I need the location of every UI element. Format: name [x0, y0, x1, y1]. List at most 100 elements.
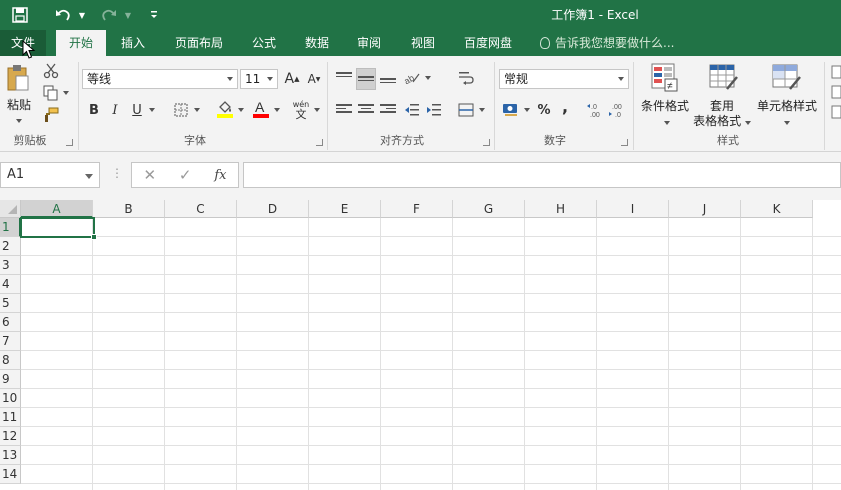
tab-home[interactable]: 开始: [56, 30, 106, 56]
format-as-table-label-2[interactable]: 表格格式: [690, 112, 754, 129]
column-header-E[interactable]: E: [309, 200, 381, 218]
worksheet-grid[interactable]: ABCDEFGHIJK 1 2 3 4 5 6 7 8 9 10 11 12 13 14: [0, 200, 841, 490]
top-align-icon[interactable]: [334, 68, 354, 88]
row-header-12[interactable]: 12: [0, 427, 21, 446]
alignment-launcher-icon[interactable]: [483, 139, 490, 146]
column-header-A[interactable]: A: [21, 200, 93, 218]
select-all-button[interactable]: [0, 200, 21, 218]
increase-indent-icon[interactable]: [424, 100, 444, 120]
copy-icon[interactable]: [40, 84, 62, 102]
number-launcher-icon[interactable]: [621, 139, 628, 146]
column-header-K[interactable]: K: [741, 200, 813, 218]
row-header-5[interactable]: 5: [0, 294, 21, 313]
name-box[interactable]: A1: [0, 162, 100, 188]
format-as-table-icon[interactable]: [708, 62, 740, 94]
font-color-icon[interactable]: A: [250, 98, 272, 120]
tab-review[interactable]: 审阅: [346, 30, 392, 56]
row-header-6[interactable]: 6: [0, 313, 21, 332]
decrease-indent-icon[interactable]: [402, 100, 422, 120]
paste-icon[interactable]: [5, 64, 31, 92]
enter-icon[interactable]: ✓: [179, 166, 192, 184]
accounting-format-icon[interactable]: [500, 100, 522, 120]
conditional-formatting-dropdown-icon[interactable]: [662, 114, 672, 128]
copy-dropdown-icon[interactable]: [62, 86, 70, 100]
column-header-C[interactable]: C: [165, 200, 237, 218]
decrease-decimal-icon[interactable]: .00.0: [608, 100, 628, 120]
align-left-icon[interactable]: [334, 100, 354, 120]
conditional-formatting-label[interactable]: 条件格式: [638, 97, 692, 114]
fill-color-icon[interactable]: [214, 98, 236, 120]
column-header-D[interactable]: D: [237, 200, 309, 218]
phonetic-dropdown-icon[interactable]: [312, 100, 322, 120]
cancel-icon[interactable]: ✕: [143, 166, 156, 184]
number-format-select[interactable]: 常规: [499, 69, 629, 89]
bottom-align-icon[interactable]: [378, 68, 398, 88]
row-header-11[interactable]: 11: [0, 408, 21, 427]
orientation-icon[interactable]: ab: [402, 68, 422, 88]
row-header-14[interactable]: 14: [0, 465, 21, 484]
row-header-7[interactable]: 7: [0, 332, 21, 351]
bold-button[interactable]: B: [86, 100, 102, 120]
undo-icon[interactable]: [50, 0, 76, 30]
save-icon[interactable]: [4, 0, 36, 30]
conditional-formatting-icon[interactable]: ≠: [650, 62, 680, 94]
increase-font-size-icon[interactable]: A ▲: [283, 69, 301, 89]
column-header-G[interactable]: G: [453, 200, 525, 218]
column-header-I[interactable]: I: [597, 200, 669, 218]
font-size-select[interactable]: 11: [240, 69, 278, 89]
font-name-select[interactable]: 等线: [82, 69, 238, 89]
insert-function-icon[interactable]: fx: [214, 168, 226, 183]
column-header-J[interactable]: J: [669, 200, 741, 218]
undo-dropdown-icon[interactable]: ▼: [76, 0, 88, 30]
format-painter-icon[interactable]: [40, 106, 62, 124]
tell-me-search[interactable]: 告诉我您想要做什么...: [540, 30, 674, 56]
paste-dropdown-icon[interactable]: [14, 112, 24, 126]
cut-icon[interactable]: [41, 62, 61, 80]
borders-icon[interactable]: [171, 100, 191, 120]
cells-group-partial-icon[interactable]: [830, 64, 841, 124]
percent-style-button[interactable]: %: [536, 100, 552, 120]
font-color-dropdown-icon[interactable]: [272, 100, 282, 120]
formula-bar-grip[interactable]: ⋮: [111, 166, 123, 180]
active-cell[interactable]: [20, 217, 97, 240]
row-header-2[interactable]: 2: [0, 237, 21, 256]
font-launcher-icon[interactable]: [316, 139, 323, 146]
accounting-dropdown-icon[interactable]: [522, 102, 532, 118]
row-header-4[interactable]: 4: [0, 275, 21, 294]
phonetic-guide-icon[interactable]: wén 文: [290, 98, 312, 122]
comma-style-button[interactable]: ,: [558, 96, 572, 116]
clipboard-launcher-icon[interactable]: [66, 139, 73, 146]
borders-dropdown-icon[interactable]: [192, 100, 202, 120]
row-header-13[interactable]: 13: [0, 446, 21, 465]
middle-align-icon[interactable]: [356, 68, 376, 90]
underline-dropdown-icon[interactable]: [147, 100, 157, 120]
tab-page-layout[interactable]: 页面布局: [166, 30, 232, 56]
orientation-dropdown-icon[interactable]: [423, 70, 433, 86]
cell-styles-dropdown-icon[interactable]: [782, 114, 792, 128]
column-header-B[interactable]: B: [93, 200, 165, 218]
row-header-8[interactable]: 8: [0, 351, 21, 370]
merge-center-icon[interactable]: [456, 100, 476, 120]
formula-input[interactable]: [243, 162, 841, 188]
row-header-3[interactable]: 3: [0, 256, 21, 275]
row-header-9[interactable]: 9: [0, 370, 21, 389]
tab-insert[interactable]: 插入: [110, 30, 156, 56]
fill-handle[interactable]: [91, 234, 97, 240]
row-header-1[interactable]: 1: [0, 218, 21, 237]
wrap-text-icon[interactable]: [456, 68, 476, 88]
align-center-icon[interactable]: [356, 100, 376, 120]
cell-styles-label[interactable]: 单元格样式: [754, 97, 820, 114]
italic-button[interactable]: I: [107, 100, 123, 120]
tab-data[interactable]: 数据: [294, 30, 340, 56]
row-header-10[interactable]: 10: [0, 389, 21, 408]
merge-dropdown-icon[interactable]: [477, 102, 487, 118]
increase-decimal-icon[interactable]: .0.00: [586, 100, 606, 120]
decrease-font-size-icon[interactable]: A ▼: [305, 69, 323, 89]
tab-baidu-netdisk[interactable]: 百度网盘: [454, 30, 522, 56]
tab-formulas[interactable]: 公式: [242, 30, 286, 56]
column-header-H[interactable]: H: [525, 200, 597, 218]
column-header-F[interactable]: F: [381, 200, 453, 218]
align-right-icon[interactable]: [378, 100, 398, 120]
fill-color-dropdown-icon[interactable]: [236, 100, 246, 120]
cell-styles-icon[interactable]: [771, 62, 803, 94]
